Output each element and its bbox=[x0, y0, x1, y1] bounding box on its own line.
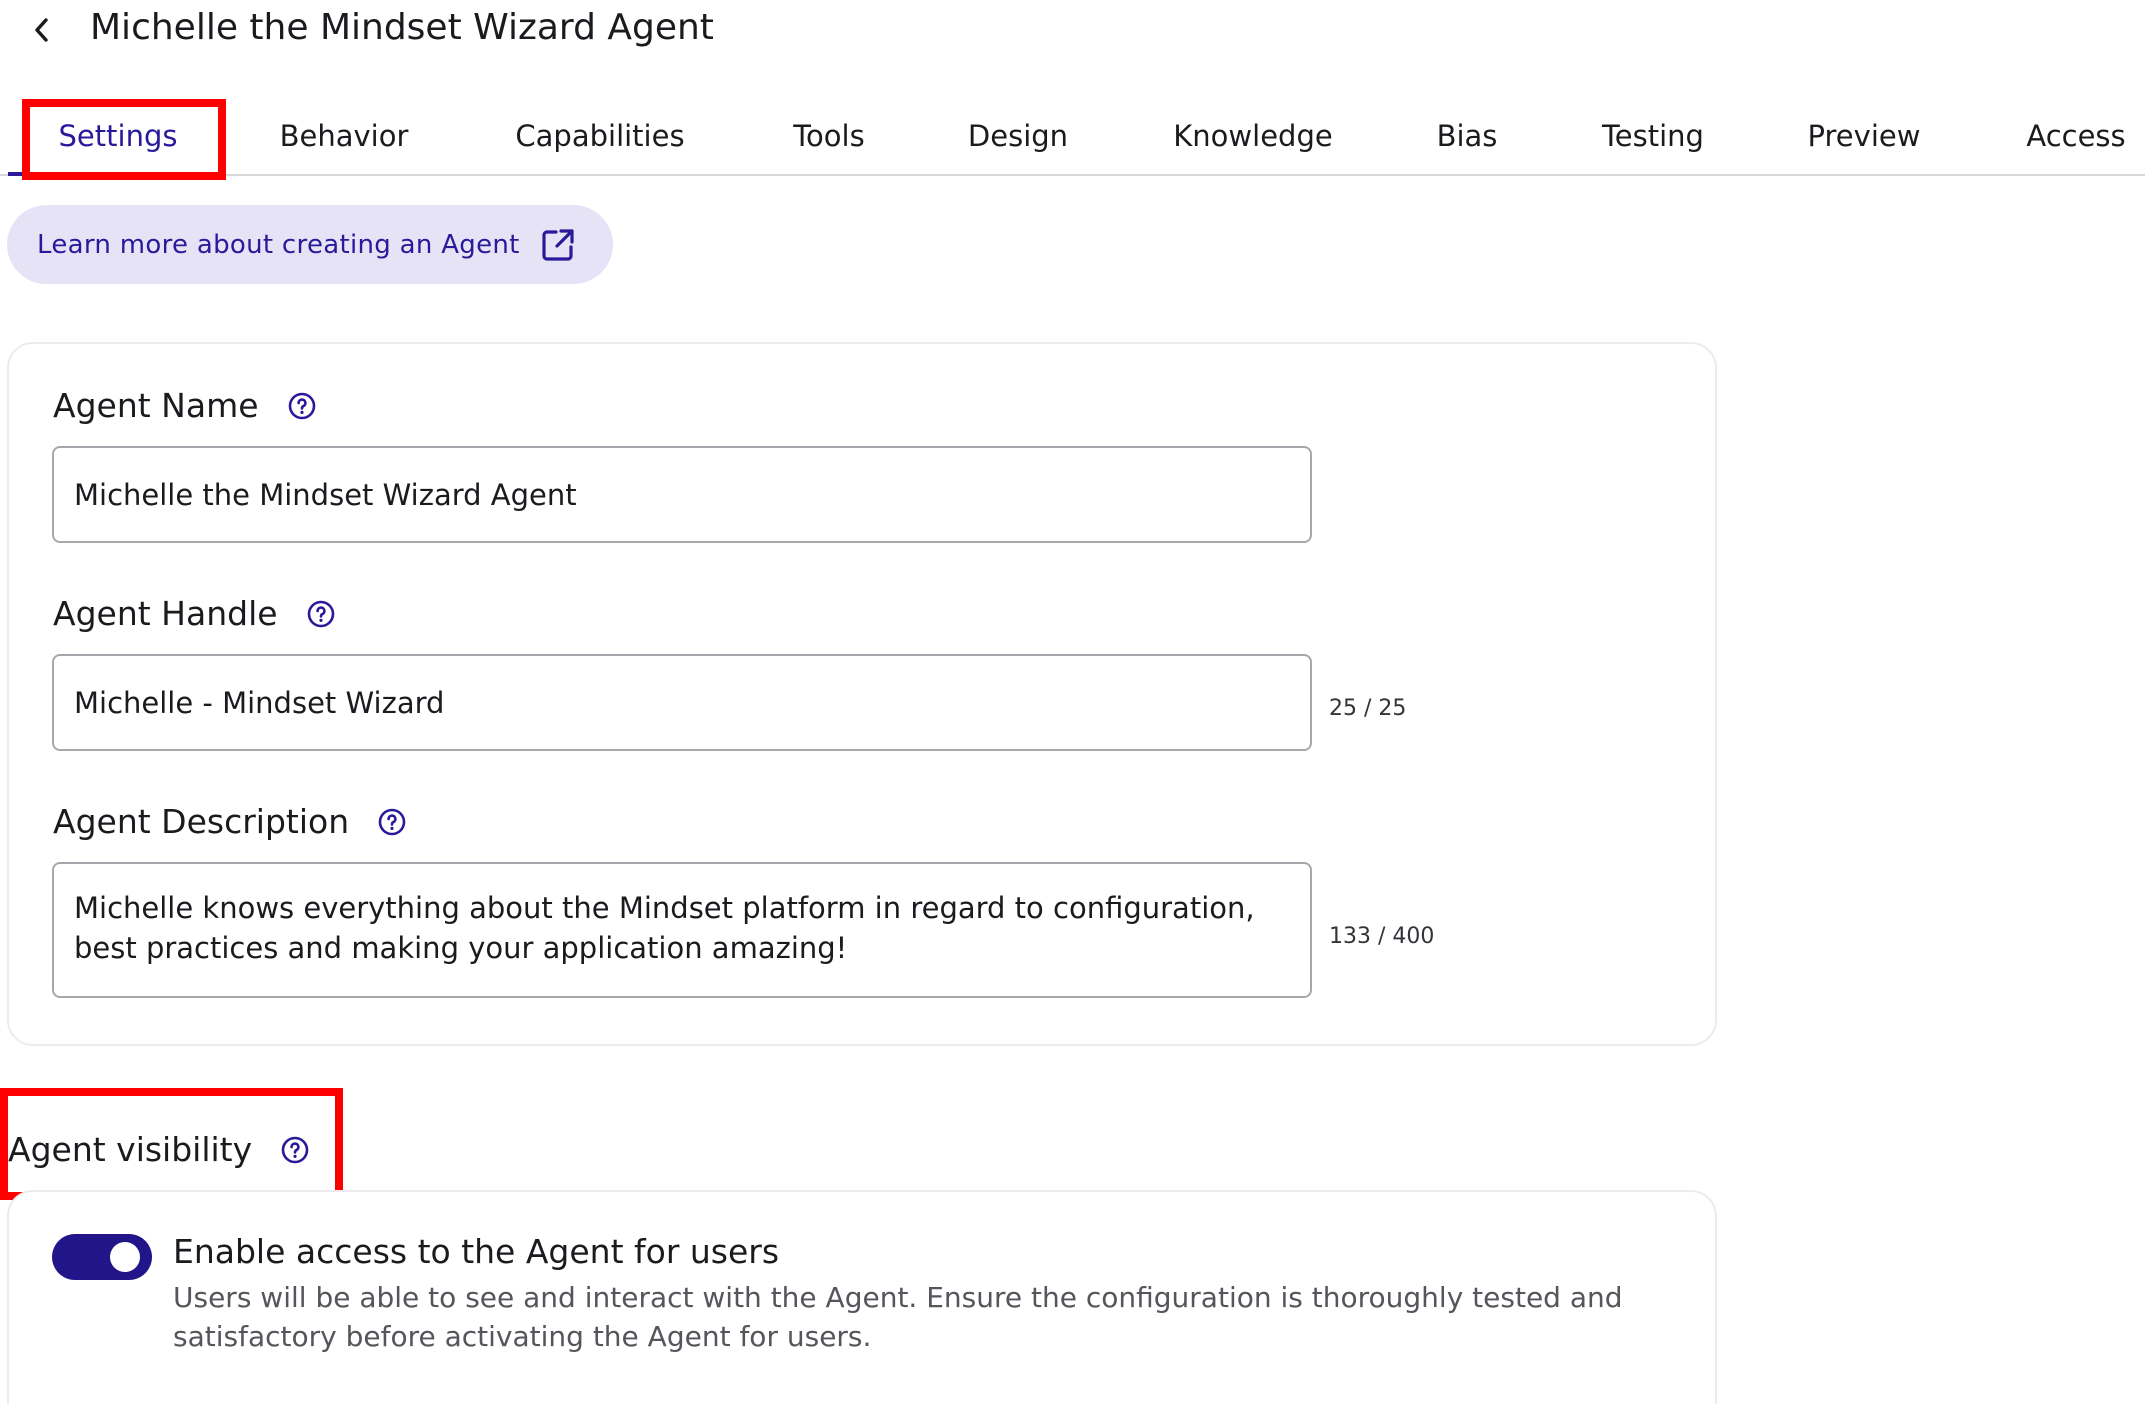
agent-name-label-row: Agent Name bbox=[53, 386, 317, 425]
agent-name-label: Agent Name bbox=[53, 386, 259, 425]
page-header: Michelle the Mindset Wizard Agent bbox=[0, 0, 2145, 64]
tab-knowledge[interactable]: Knowledge bbox=[1170, 100, 1336, 172]
tab-access[interactable]: Access bbox=[2020, 100, 2132, 172]
chevron-left-icon bbox=[35, 18, 48, 42]
tab-testing[interactable]: Testing bbox=[1598, 100, 1708, 172]
page-title: Michelle the Mindset Wizard Agent bbox=[90, 7, 714, 48]
agent-handle-label-row: Agent Handle bbox=[53, 594, 336, 633]
toggle-knob bbox=[110, 1242, 140, 1272]
agent-visibility-title: Agent visibility bbox=[8, 1130, 253, 1169]
tab-settings[interactable]: Settings bbox=[56, 100, 180, 172]
external-link-icon bbox=[540, 226, 578, 264]
agent-description-label: Agent Description bbox=[53, 802, 350, 841]
help-icon[interactable] bbox=[306, 599, 336, 629]
enable-access-description: Users will be able to see and interact w… bbox=[173, 1281, 1623, 1353]
agent-handle-label: Agent Handle bbox=[53, 594, 278, 633]
help-icon[interactable] bbox=[280, 1135, 310, 1165]
learn-more-link[interactable]: Learn more about creating an Agent bbox=[7, 205, 613, 284]
agent-visibility-card: Enable access to the Agent for users Use… bbox=[7, 1190, 1717, 1404]
help-icon[interactable] bbox=[287, 391, 317, 421]
tab-behavior[interactable]: Behavior bbox=[278, 100, 410, 172]
learn-more-label: Learn more about creating an Agent bbox=[37, 229, 520, 260]
back-button[interactable] bbox=[26, 12, 56, 48]
enable-access-toggle[interactable] bbox=[52, 1234, 152, 1280]
agent-settings-card: Agent Name Agent Handle 25 / 25 Agent De… bbox=[7, 342, 1717, 1046]
agent-description-char-counter: 133 / 400 bbox=[1329, 924, 1435, 949]
agent-visibility-heading: Agent visibility bbox=[8, 1130, 310, 1169]
help-icon[interactable] bbox=[377, 807, 407, 837]
active-tab-indicator bbox=[8, 172, 226, 176]
tab-tools[interactable]: Tools bbox=[790, 100, 868, 172]
tab-preview[interactable]: Preview bbox=[1806, 100, 1922, 172]
agent-name-input[interactable] bbox=[52, 446, 1312, 543]
tab-bar: Settings Behavior Capabilities Tools Des… bbox=[0, 100, 2145, 176]
agent-handle-input[interactable] bbox=[52, 654, 1312, 751]
tab-design[interactable]: Design bbox=[966, 100, 1070, 172]
agent-description-label-row: Agent Description bbox=[53, 802, 407, 841]
tab-capabilities[interactable]: Capabilities bbox=[510, 100, 690, 172]
enable-access-label: Enable access to the Agent for users bbox=[173, 1232, 780, 1271]
tab-bias[interactable]: Bias bbox=[1434, 100, 1500, 172]
agent-handle-char-counter: 25 / 25 bbox=[1329, 696, 1407, 721]
agent-description-textarea[interactable]: Michelle knows everything about the Mind… bbox=[52, 862, 1312, 998]
